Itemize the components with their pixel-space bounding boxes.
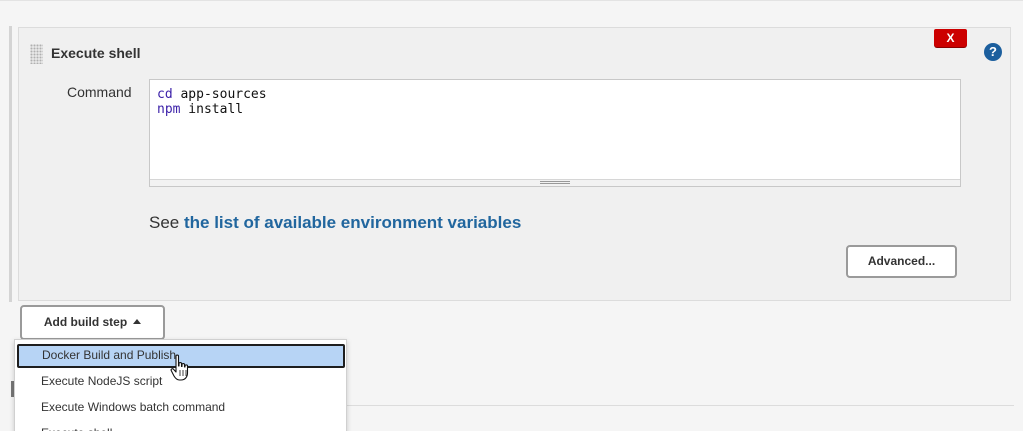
textarea-resize-bar[interactable] <box>150 179 960 186</box>
command-line: cd app-sources <box>157 87 267 102</box>
command-args: app-sources <box>172 87 267 102</box>
drag-handle-icon[interactable] <box>30 44 43 64</box>
command-line: npm install <box>157 102 243 117</box>
resize-grip-icon[interactable] <box>540 181 570 184</box>
execute-shell-step: Execute shell X ? Command cd app-sources… <box>18 27 1011 301</box>
add-build-step-button[interactable]: Add build step <box>20 305 165 340</box>
command-label: Command <box>67 84 132 100</box>
add-build-step-label: Add build step <box>43 315 128 329</box>
delete-step-button[interactable]: X <box>934 29 967 47</box>
section-divider <box>330 405 1014 406</box>
command-textarea[interactable]: cd app-sources npm install <box>149 79 961 187</box>
env-variables-link[interactable]: the list of available environment variab… <box>184 213 521 232</box>
command-args: install <box>180 102 244 117</box>
step-title: Execute shell <box>51 45 141 61</box>
menu-item-execute-windows-batch[interactable]: Execute Windows batch command <box>15 396 346 421</box>
top-border <box>0 0 1023 1</box>
env-prefix: See <box>149 213 184 232</box>
jenkins-build-config: Execute shell X ? Command cd app-sources… <box>0 0 1023 431</box>
caret-up-icon <box>133 319 142 324</box>
command-keyword: npm <box>157 102 181 117</box>
env-variables-hint: See the list of available environment va… <box>149 213 521 233</box>
hand-pointer-icon <box>170 354 189 381</box>
command-keyword: cd <box>157 87 173 102</box>
build-step-menu: Docker Build and Publish Execute NodeJS … <box>14 339 347 431</box>
question-circle-icon[interactable]: ? <box>984 43 1002 61</box>
menu-item-execute-shell[interactable]: Execute shell <box>15 422 346 431</box>
advanced-button[interactable]: Advanced... <box>846 245 957 278</box>
step-left-bar <box>9 26 12 302</box>
